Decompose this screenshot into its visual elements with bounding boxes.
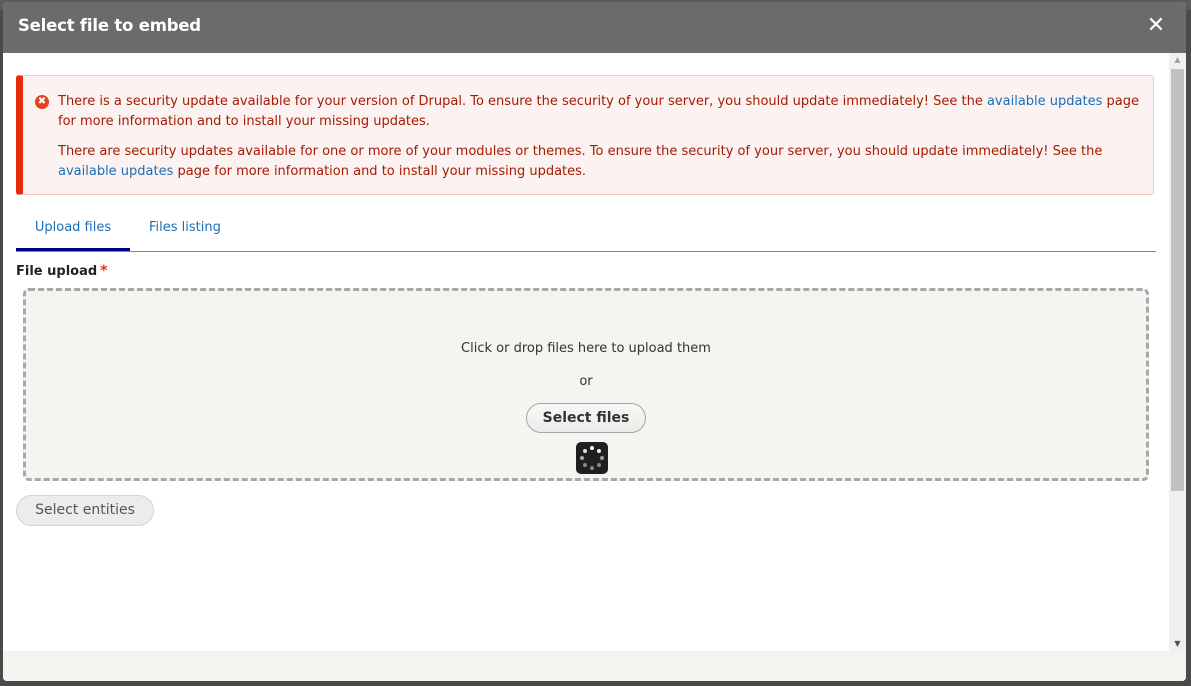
tab-files-listing[interactable]: Files listing	[149, 203, 221, 250]
dropzone-or: or	[579, 374, 593, 389]
select-files-button[interactable]: Select files	[526, 403, 646, 433]
error-icon: ✖	[35, 95, 49, 109]
scrollbar-thumb[interactable]	[1171, 69, 1184, 491]
file-upload-label-text: File upload	[16, 264, 98, 279]
dialog-content: ✖ There is a security update available f…	[3, 53, 1169, 651]
loading-spinner-icon	[576, 442, 608, 474]
close-icon[interactable]: ✕	[1144, 14, 1168, 38]
available-updates-link[interactable]: available updates	[58, 164, 173, 179]
tab-bar: Upload files Files listing	[16, 203, 1156, 252]
dialog-titlebar: Select file to embed ✕	[3, 2, 1186, 53]
dialog-title: Select file to embed	[18, 16, 201, 35]
embed-file-dialog: Select file to embed ✕ ✖ There is a secu…	[3, 2, 1186, 681]
select-entities-button[interactable]: Select entities	[16, 495, 154, 526]
scroll-down-icon[interactable]: ▼	[1169, 637, 1186, 651]
available-updates-link[interactable]: available updates	[987, 94, 1102, 109]
content-scrollbar[interactable]: ▲ ▼	[1169, 53, 1186, 651]
alert-message-modules: There are security updates available for…	[58, 142, 1139, 182]
dialog-button-pane	[3, 651, 1186, 681]
alert-text: page for more information and to install…	[173, 164, 587, 179]
required-marker: *	[100, 263, 108, 279]
security-alert: ✖ There is a security update available f…	[16, 75, 1154, 195]
file-dropzone[interactable]: Click or drop files here to upload them …	[23, 288, 1149, 481]
alert-text: There are security updates available for…	[58, 144, 1103, 159]
dropzone-instructions: Click or drop files here to upload them	[461, 341, 711, 356]
scroll-up-icon[interactable]: ▲	[1169, 53, 1186, 67]
tab-upload-files[interactable]: Upload files	[16, 203, 130, 251]
file-upload-label: File upload *	[16, 263, 108, 279]
alert-message-core: There is a security update available for…	[58, 92, 1139, 132]
alert-text: There is a security update available for…	[58, 94, 987, 109]
